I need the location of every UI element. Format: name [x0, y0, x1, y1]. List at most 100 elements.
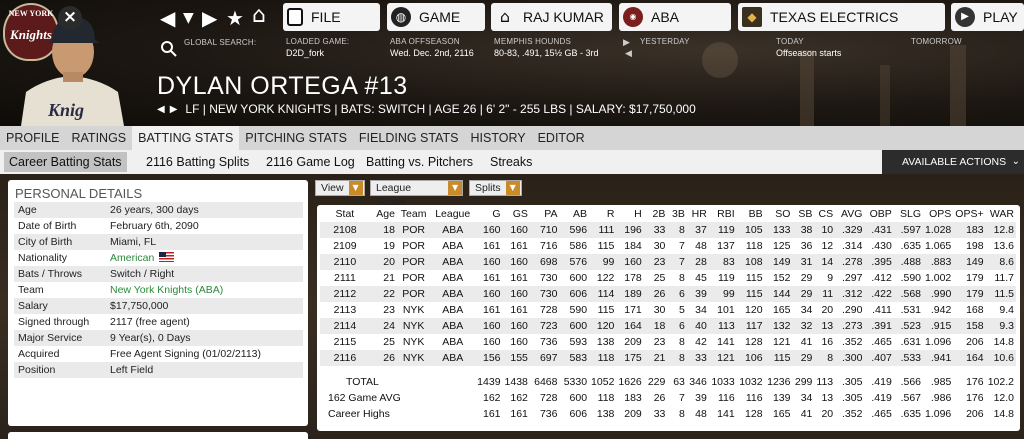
column-header[interactable]: R	[589, 205, 616, 222]
table-cell: 161	[483, 240, 501, 252]
table-cell: .990	[923, 286, 954, 302]
history-dropdown-icon[interactable]: ▼	[183, 10, 194, 26]
team-button[interactable]: ◆ TEXAS ELECTRICS	[738, 3, 945, 31]
play-button[interactable]: ▶ PLAY	[951, 3, 1024, 31]
view-dropdown[interactable]: View ▼	[315, 180, 365, 196]
column-header[interactable]: BB	[737, 205, 765, 222]
column-header[interactable]: CS	[814, 205, 835, 222]
table-cell: 229	[647, 376, 666, 388]
table-cell: 18	[369, 222, 397, 238]
column-header[interactable]: Stat	[320, 205, 370, 222]
column-header[interactable]: RBI	[709, 205, 737, 222]
column-header[interactable]: AB	[559, 205, 589, 222]
next-player-icon[interactable]: ▶	[170, 104, 178, 115]
tab-fielding-stats[interactable]: FIELDING STATS	[353, 126, 465, 150]
previous-player-icon[interactable]: ◀	[157, 104, 165, 115]
subtab-vs-pitchers[interactable]: Batting vs. Pitchers	[361, 152, 478, 172]
yesterday-expand-icon[interactable]: ◀	[625, 48, 632, 59]
table-cell: 723	[529, 318, 560, 334]
back-arrow-icon[interactable]: ◀	[160, 6, 175, 30]
table-cell: 156	[475, 350, 503, 366]
table-cell: 25	[383, 336, 395, 348]
yesterday-arrow-icon[interactable]: ▶	[623, 37, 630, 48]
column-header[interactable]: G	[475, 205, 502, 222]
tomorrow-label[interactable]: TOMORROW	[911, 37, 962, 46]
chevron-down-icon: ▼	[505, 181, 520, 195]
league-logo-icon: ◉	[623, 7, 643, 27]
personal-details-list: Age 26 years, 300 days Date of Birth Febru…	[8, 202, 308, 394]
table-cell: 102.2	[987, 376, 1014, 388]
detail-row-position: Position Left Field	[14, 362, 303, 378]
column-header[interactable]: OPS+	[953, 205, 985, 222]
table-cell: 144	[764, 286, 793, 302]
subtab-streaks[interactable]: Streaks	[485, 152, 537, 172]
table-cell: 600	[569, 392, 588, 404]
detail-key: Date of Birth	[18, 220, 77, 232]
tab-pitching-stats[interactable]: PITCHING STATS	[239, 126, 353, 150]
subtab-batting-splits[interactable]: 2116 Batting Splits	[141, 152, 254, 172]
global-search-label: GLOBAL SEARCH:	[184, 38, 257, 47]
tab-ratings[interactable]: RATINGS	[66, 126, 133, 150]
column-header[interactable]: SO	[765, 205, 793, 222]
table-cell: 115	[597, 240, 615, 252]
column-header[interactable]: WAR	[986, 205, 1016, 222]
summary-label: 162 Game AVG	[328, 392, 401, 404]
tab-profile[interactable]: PROFILE	[0, 126, 66, 150]
column-header[interactable]: SB	[792, 205, 814, 222]
table-cell: .488	[893, 254, 923, 270]
file-icon	[287, 8, 303, 26]
column-header[interactable]: HR	[687, 205, 709, 222]
available-actions-button[interactable]: AVAILABLE ACTIONS ⌄	[872, 150, 1024, 174]
column-header[interactable]: Team	[397, 205, 430, 222]
table-cell: 14.8	[993, 408, 1014, 420]
table-cell: 149	[953, 254, 986, 270]
table-cell: NYK	[402, 304, 425, 316]
table-cell: .305	[841, 392, 863, 404]
tab-history[interactable]: HISTORY	[464, 126, 531, 150]
column-header[interactable]: 3B	[667, 205, 687, 222]
table-cell: 583	[559, 350, 590, 366]
team-link[interactable]: New York Knights (ABA)	[110, 282, 303, 298]
detail-value: $17,750,000	[110, 300, 169, 312]
forward-arrow-icon[interactable]: ▶	[202, 6, 217, 30]
file-button[interactable]: FILE	[283, 3, 380, 31]
table-cell: .635	[900, 408, 921, 420]
table-cell: 13.6	[993, 240, 1014, 252]
league-scope-dropdown[interactable]: League Scope ▼	[370, 180, 463, 208]
manager-button[interactable]: ⌂ RAJ KUMAR	[491, 3, 612, 31]
today-value: Offseason starts	[776, 48, 842, 58]
close-icon[interactable]: ×	[58, 6, 82, 30]
table-cell: 164	[953, 350, 986, 366]
search-icon[interactable]	[160, 40, 178, 58]
column-header[interactable]: League	[430, 205, 475, 222]
column-header[interactable]: H	[616, 205, 643, 222]
league-button[interactable]: ◉ ABA	[619, 3, 731, 31]
column-header[interactable]: SLG	[894, 205, 923, 222]
column-header[interactable]: PA	[530, 205, 560, 222]
column-header[interactable]: OPS	[923, 205, 953, 222]
table-cell: 119	[717, 272, 735, 284]
column-header[interactable]: Age	[370, 205, 397, 222]
splits-dropdown[interactable]: Splits ▼	[469, 180, 522, 196]
us-flag-icon	[159, 252, 175, 262]
column-header[interactable]: GS	[503, 205, 530, 222]
yesterday-label[interactable]: YESTERDAY	[640, 37, 690, 46]
column-header[interactable]: 2B	[644, 205, 668, 222]
tab-batting-stats[interactable]: BATTING STATS	[132, 126, 240, 150]
summary-row: TOTAL 1439 1438 6468 5330 1052 1626 229 63 346 103…	[320, 374, 1016, 390]
table-cell: 161	[483, 408, 501, 420]
star-icon[interactable]: ★	[226, 6, 244, 30]
tab-editor[interactable]: EDITOR	[532, 126, 591, 150]
subtab-game-log[interactable]: 2116 Game Log	[261, 152, 360, 172]
table-cell: 33	[653, 408, 666, 420]
subtab-career-batting[interactable]: Career Batting Stats	[4, 152, 127, 172]
table-cell: 728	[539, 304, 558, 316]
table-cell: 113	[816, 376, 834, 388]
home-icon[interactable]: ⌂	[252, 3, 266, 28]
table-cell: .465	[871, 336, 892, 348]
game-button[interactable]: ◍ GAME	[387, 3, 485, 31]
nationality-link[interactable]: American	[110, 252, 154, 264]
column-header[interactable]: OBP	[864, 205, 893, 222]
table-cell: 2108	[320, 222, 370, 238]
column-header[interactable]: AVG	[835, 205, 864, 222]
